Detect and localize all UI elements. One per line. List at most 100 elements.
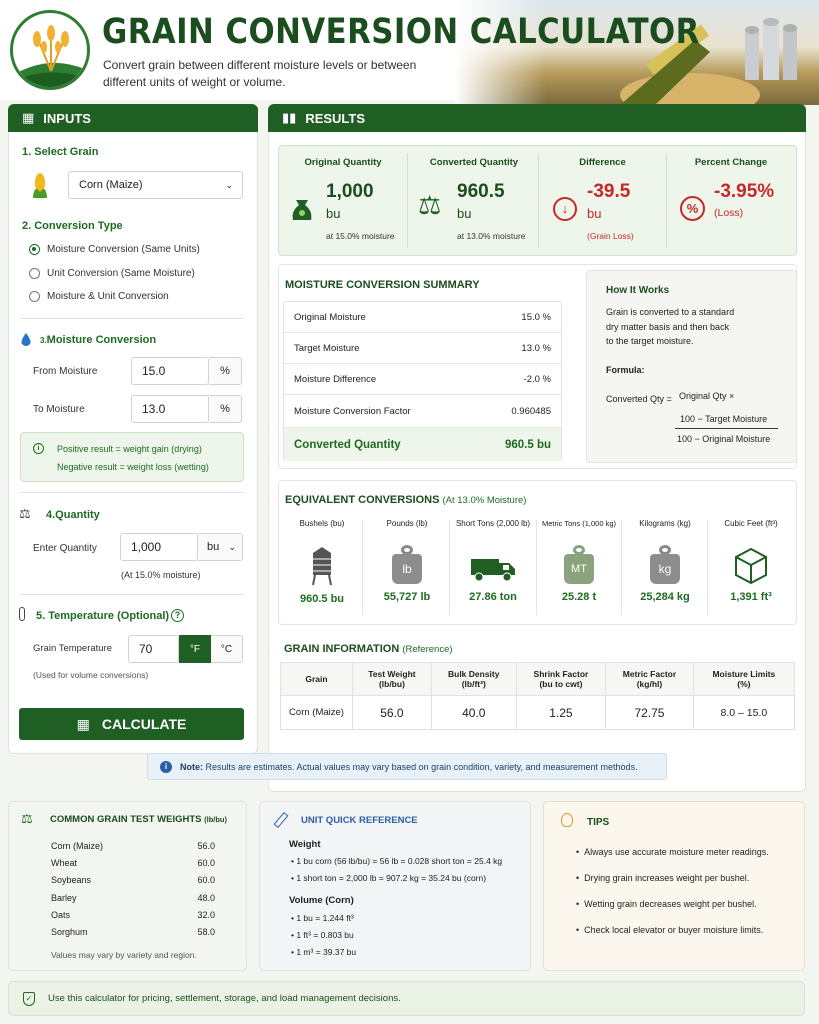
card-value: -3.95% [714,181,775,202]
summary-title: MOISTURE CONVERSION SUMMARY [285,279,480,291]
help-icon[interactable]: ? [171,609,184,622]
note-bold: Note: [180,761,203,772]
table-row: Corn (Maize) 56.0 40.0 1.25 72.75 8.0 – … [280,695,796,730]
formula-label: Formula: [606,365,645,375]
quantity-unit-select[interactable]: bu ⌄ [198,533,243,561]
shield-check-icon: ✓ [23,991,35,1006]
list-item: • Always use accurate moisture meter rea… [576,847,769,857]
radio-moisture-label: Moisture Conversion (Same Units) [47,244,200,255]
radio-unit[interactable] [29,268,40,279]
volume-item: • 1 m³ = 39.37 bu [291,947,357,957]
info-icon: i [33,443,44,454]
corn-icon [33,173,47,198]
enter-quantity-label: Enter Quantity [33,543,97,554]
row-value: 0.960485 [511,405,551,417]
radio-both[interactable] [29,291,40,302]
unit-f-toggle[interactable]: °F [179,635,211,663]
thermometer-icon [19,607,25,621]
to-moisture-label: To Moisture [33,404,85,415]
table-row: Moisture Conversion Factor 0.960485 [284,395,561,428]
radio-both-label: Moisture & Unit Conversion [47,291,169,302]
inputs-heading: INPUTS [43,110,91,126]
column-header: Grain [280,662,353,696]
info-icon: i [160,760,172,773]
divider [20,492,244,493]
percent-circle-icon: % [680,196,705,221]
row-label: Moisture Conversion Factor [294,405,411,417]
summary-table: Original Moisture 15.0 % Target Moisture 1… [283,301,562,461]
equiv-metric-tons: Metric Tons (1,000 kg) MT 25.28 t [536,519,622,603]
quantity-heading: 4.Quantity [46,509,100,521]
equiv-value: 25.28 t [561,591,597,603]
converted-quantity-row: Converted Quantity 960.5 bu [284,428,561,461]
card-value: -39.5 [587,181,631,202]
divider [20,318,244,319]
select-grain-label: 1. Select Grain [22,146,99,158]
divider [20,594,244,595]
table-cell: 1.25 [515,695,607,730]
tips-list: • Always use accurate moisture meter rea… [576,847,796,944]
test-weights-unit: (lb/bu) [204,815,228,824]
from-moisture-label: From Moisture [33,366,98,377]
quick-reference-panel: UNIT QUICK REFERENCE Weight • 1 bu corn … [259,801,531,971]
chevron-down-icon: ⌄ [228,541,236,552]
weight-mt-text: MT [564,554,594,584]
water-drop-icon [21,333,31,346]
formula-denominator: 100 − Original Moisture [677,434,771,444]
estimate-note: i Note: Results are estimates. Actual va… [147,753,667,780]
table-row: Target Moisture 13.0 % [284,333,561,364]
cube-icon [735,547,767,585]
wheat-logo-icon [13,25,87,87]
tips-panel: TIPS • Always use accurate moisture mete… [543,801,805,971]
calculator-icon: ▦ [76,715,90,732]
card-percent: Percent Change % -3.95% (Loss) [667,152,795,252]
calculate-button[interactable]: ▦ CALCULATE [19,708,244,740]
grain-temperature-label: Grain Temperature [33,643,113,654]
equiv-divider [362,520,363,615]
column-header: Moisture Limits (%) [692,662,796,696]
conversion-type-label: 2. Conversion Type [22,220,123,232]
formula-fraction-line [675,428,778,429]
equiv-label: Pounds (lb) [386,519,428,528]
radio-moisture[interactable] [29,244,40,255]
from-moisture-input[interactable]: 15.0 [131,357,209,385]
row-value: 13.0 % [521,342,551,354]
equiv-pounds: Pounds (lb) lb 55,727 lb [364,519,450,603]
from-moisture-unit: % [209,357,242,385]
volume-title: Volume (Corn) [289,895,354,906]
equiv-cubic-feet: Cubic Feet (ft³) 1,391 ft³ [708,519,794,603]
grain-info-title-text: GRAIN INFORMATION [284,643,400,655]
table-row: Moisture Difference -2.0 % [284,364,561,395]
equiv-label: Cubic Feet (ft³) [724,519,778,528]
equiv-title-text: EQUIVALENT CONVERSIONS [285,494,440,506]
logo [10,10,90,90]
to-moisture-input[interactable]: 13.0 [131,395,209,423]
temperature-input[interactable]: 70 [128,635,179,663]
grain-info-subtitle: (Reference) [402,644,453,655]
temperature-note: (Used for volume conversions) [33,670,149,680]
card-difference: Difference ↓ -39.5 bu (Grain Loss) [540,152,665,252]
card-note: at 13.0% moisture [457,231,526,241]
equiv-title: EQUIVALENT CONVERSIONS (At 13.0% Moistur… [285,494,526,506]
ruler-icon [273,811,289,829]
column-header: Shrink Factor (bu to cwt) [515,662,607,696]
equiv-subtitle: (At 13.0% Moisture) [442,495,527,506]
equiv-value: 960.5 bu [299,593,345,605]
row-label: Original Moisture [294,311,366,323]
list-item: Sorghum 58.0 [51,927,215,938]
formula-original: Original Qty × [679,391,735,401]
unit-c-toggle[interactable]: °C [211,635,243,663]
list-item: Barley 48.0 [51,892,215,903]
list-item: • Drying grain increases weight per bush… [576,873,750,883]
grain-select[interactable]: Corn (Maize) ⌄ [68,171,243,199]
grain-info-table: Grain Test Weight (lb/bu) Bulk Density (lb… [280,662,796,730]
column-header: Metric Factor (kg/hl) [605,662,694,696]
table-cell: Corn (Maize) [280,695,353,730]
row-value: 15.0 % [521,311,551,323]
footer-bar: ✓ Use this calculator for pricing, settl… [8,981,805,1016]
scale-icon: ⚖ [19,506,31,521]
quantity-note: (At 15.0% moisture) [121,570,201,580]
moisture-note-2: Negative result = weight loss (wetting) [57,462,209,472]
quantity-input[interactable]: 1,000 [120,533,198,561]
how-text-1: Grain is converted to a standard [606,307,735,317]
